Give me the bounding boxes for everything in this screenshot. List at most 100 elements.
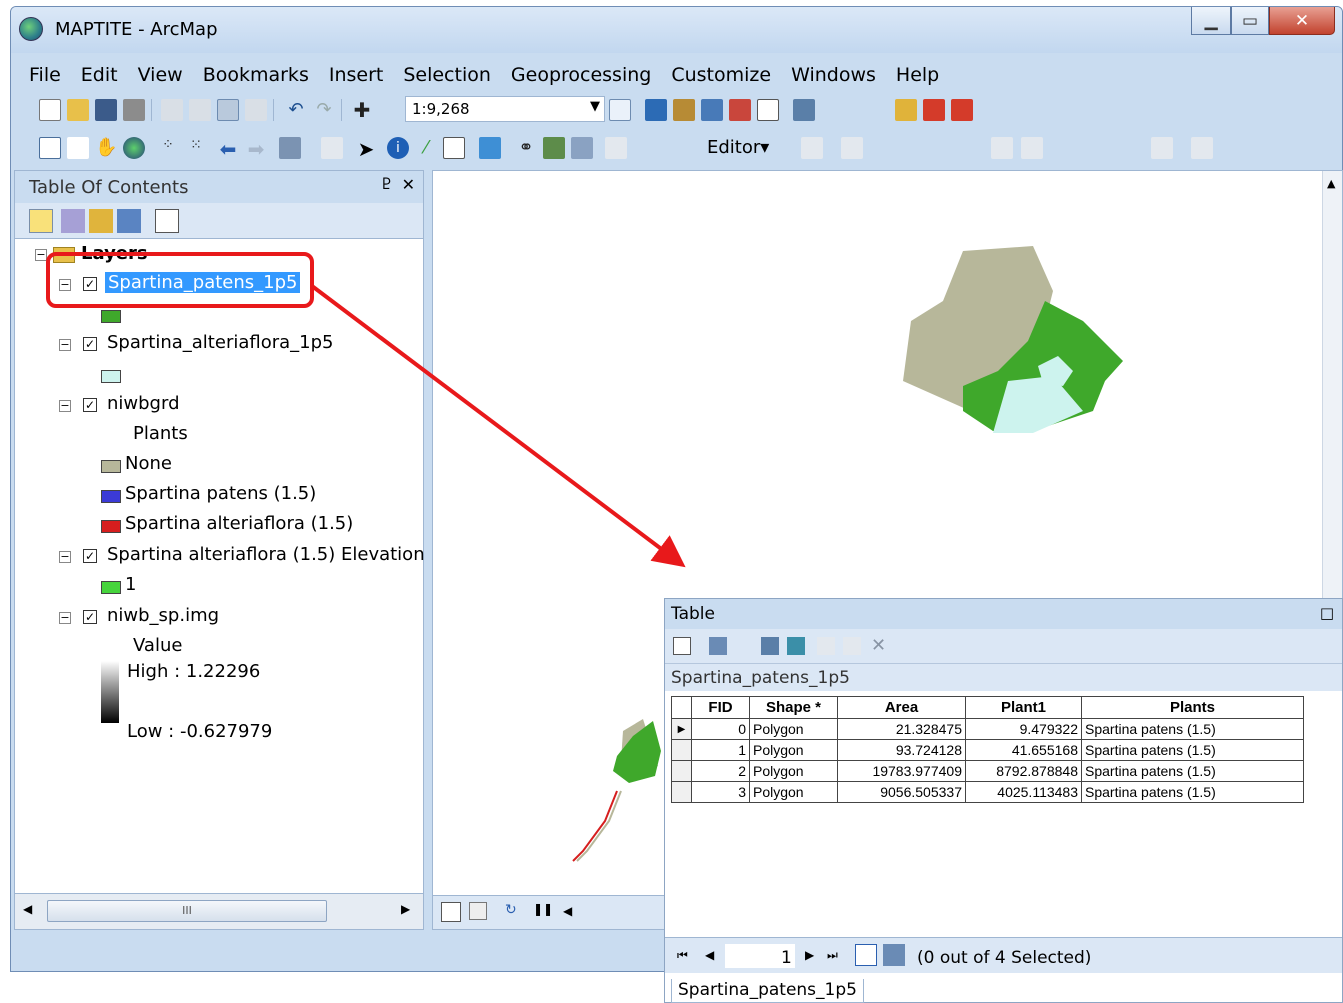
cell[interactable]: 93.724128 bbox=[837, 739, 966, 761]
scroll-thumb[interactable]: III bbox=[47, 900, 327, 922]
menu-edit[interactable]: Edit bbox=[71, 61, 128, 89]
row-selector[interactable]: ▶ bbox=[671, 718, 692, 740]
class-swatch[interactable] bbox=[101, 490, 121, 503]
open-folder-icon[interactable] bbox=[67, 99, 89, 121]
editor-menu-button[interactable]: Editor▾ bbox=[707, 137, 769, 158]
show-selected-records-icon[interactable] bbox=[883, 944, 905, 966]
scroll-left-icon[interactable]: ◀ bbox=[23, 902, 32, 916]
list-by-selection-icon[interactable] bbox=[117, 209, 141, 233]
catalog-icon[interactable] bbox=[673, 99, 695, 121]
maximize-button[interactable]: ▭ bbox=[1231, 7, 1269, 35]
layer-niwb-sp-img[interactable]: niwb_sp.img bbox=[107, 605, 219, 626]
row-selector[interactable] bbox=[671, 760, 692, 782]
menu-insert[interactable]: Insert bbox=[319, 61, 394, 89]
layer-symbol-swatch[interactable] bbox=[101, 310, 121, 323]
model-builder-icon[interactable] bbox=[793, 99, 815, 121]
table-tab[interactable]: Spartina_patens_1p5 bbox=[671, 979, 864, 1003]
measure-icon[interactable] bbox=[479, 137, 501, 159]
cell[interactable]: 9056.505337 bbox=[837, 781, 966, 803]
html-popup-icon[interactable] bbox=[443, 137, 465, 159]
forward-arrow-icon[interactable]: ➡ bbox=[245, 137, 267, 161]
pin-icon[interactable]: Ⴒ bbox=[382, 177, 391, 193]
find-route-icon[interactable] bbox=[543, 137, 565, 159]
chart-icon[interactable] bbox=[895, 99, 917, 121]
layer-visibility-checkbox[interactable]: ✓ bbox=[83, 610, 97, 624]
cell[interactable]: 2 bbox=[691, 760, 750, 782]
data-view-icon[interactable] bbox=[441, 902, 461, 922]
column-header[interactable]: FID bbox=[691, 696, 750, 719]
last-record-icon[interactable]: ⏭ bbox=[827, 948, 838, 963]
redo-icon[interactable]: ↷ bbox=[313, 99, 335, 121]
cell[interactable]: Polygon bbox=[749, 760, 838, 782]
select-features-icon[interactable] bbox=[279, 137, 301, 159]
menu-view[interactable]: View bbox=[128, 61, 193, 89]
cell[interactable]: Polygon bbox=[749, 718, 838, 740]
previous-record-icon[interactable]: ◀ bbox=[705, 948, 714, 962]
maximize-icon[interactable]: □ bbox=[1320, 604, 1334, 622]
column-header[interactable]: Plant1 bbox=[965, 696, 1082, 719]
class-label[interactable]: Spartina patens (1.5) bbox=[125, 483, 316, 504]
row-selector-header[interactable] bbox=[671, 696, 692, 719]
cell[interactable]: Spartina patens (1.5) bbox=[1081, 718, 1304, 740]
select-elements-arrow-icon[interactable]: ➤ bbox=[355, 137, 377, 161]
table-row[interactable]: 3 Polygon 9056.505337 4025.113483 Sparti… bbox=[671, 781, 1304, 803]
list-by-drawing-order-icon[interactable] bbox=[29, 209, 53, 233]
scroll-right-icon[interactable]: ▶ bbox=[401, 902, 410, 916]
class-swatch[interactable] bbox=[101, 581, 121, 594]
class-label[interactable]: None bbox=[125, 453, 172, 474]
first-record-icon[interactable]: ⏮ bbox=[677, 948, 688, 963]
next-record-icon[interactable]: ▶ bbox=[805, 948, 814, 962]
close-button[interactable]: ✕ bbox=[1269, 7, 1335, 35]
column-header[interactable]: Area bbox=[837, 696, 966, 719]
zoom-out-icon[interactable] bbox=[67, 137, 89, 159]
cell[interactable]: 3 bbox=[691, 781, 750, 803]
class-label[interactable]: 1 bbox=[125, 574, 136, 595]
list-by-visibility-icon[interactable] bbox=[89, 209, 113, 233]
print-icon[interactable] bbox=[123, 99, 145, 121]
pause-drawing-icon[interactable]: ❚❚ bbox=[533, 902, 553, 916]
class-label[interactable]: Spartina alteriaflora (1.5) bbox=[125, 513, 353, 534]
clear-selection-icon[interactable] bbox=[321, 137, 343, 159]
switch-selection-icon[interactable] bbox=[787, 637, 805, 655]
copy-icon[interactable] bbox=[189, 99, 211, 121]
layer-symbol-swatch[interactable] bbox=[101, 370, 121, 383]
menu-geoprocessing[interactable]: Geoprocessing bbox=[501, 61, 661, 89]
scroll-up-icon[interactable]: ▲ bbox=[1327, 177, 1335, 190]
cell[interactable]: 41.655168 bbox=[965, 739, 1082, 761]
identify-icon[interactable]: i bbox=[387, 137, 409, 159]
layer-visibility-checkbox[interactable]: ✓ bbox=[83, 398, 97, 412]
cut-icon[interactable] bbox=[161, 99, 183, 121]
toc-close-icon[interactable]: ✕ bbox=[402, 175, 415, 194]
cell[interactable]: 8792.878848 bbox=[965, 760, 1082, 782]
table-row[interactable]: ▶ 0 Polygon 21.328475 9.479322 Spartina … bbox=[671, 718, 1304, 740]
refresh-icon[interactable]: ↻ bbox=[505, 902, 517, 918]
full-extent-globe-icon[interactable] bbox=[123, 137, 145, 159]
cell[interactable]: 19783.977409 bbox=[837, 760, 966, 782]
row-selector[interactable] bbox=[671, 739, 692, 761]
python-window-icon[interactable] bbox=[757, 99, 779, 121]
find-binoculars-icon[interactable]: ⚭ bbox=[515, 137, 537, 159]
collapse-icon[interactable]: − bbox=[59, 339, 71, 351]
paste-icon[interactable] bbox=[217, 99, 239, 121]
scroll-left-icon[interactable]: ◀ bbox=[563, 904, 572, 918]
add-data-icon[interactable]: ✚ bbox=[351, 99, 373, 121]
layer-elevation[interactable]: Spartina alteriaflora (1.5) Elevation U bbox=[107, 544, 425, 565]
undo-icon[interactable]: ↶ bbox=[285, 99, 307, 121]
zoom-in-icon[interactable] bbox=[39, 137, 61, 159]
cell[interactable]: Spartina patens (1.5) bbox=[1081, 781, 1304, 803]
stretched-ramp[interactable] bbox=[101, 661, 119, 723]
cell[interactable]: Spartina patens (1.5) bbox=[1081, 739, 1304, 761]
cell[interactable]: 4025.113483 bbox=[965, 781, 1082, 803]
options-icon[interactable] bbox=[155, 209, 179, 233]
menu-file[interactable]: File bbox=[11, 61, 71, 89]
map-scale-combobox[interactable]: 1:9,268 ▼ bbox=[405, 96, 605, 122]
menu-customize[interactable]: Customize bbox=[661, 61, 781, 89]
go-to-xy-icon[interactable] bbox=[571, 137, 593, 159]
layer-spartina-alteriaflora[interactable]: Spartina_alteriaflora_1p5 bbox=[107, 332, 334, 353]
menu-help[interactable]: Help bbox=[886, 61, 949, 89]
table-row[interactable]: 1 Polygon 93.724128 41.655168 Spartina p… bbox=[671, 739, 1304, 761]
arctoolbox-icon[interactable] bbox=[729, 99, 751, 121]
menu-selection[interactable]: Selection bbox=[393, 61, 501, 89]
cell[interactable]: Polygon bbox=[749, 739, 838, 761]
layer-niwbgrd[interactable]: niwbgrd bbox=[107, 393, 180, 414]
